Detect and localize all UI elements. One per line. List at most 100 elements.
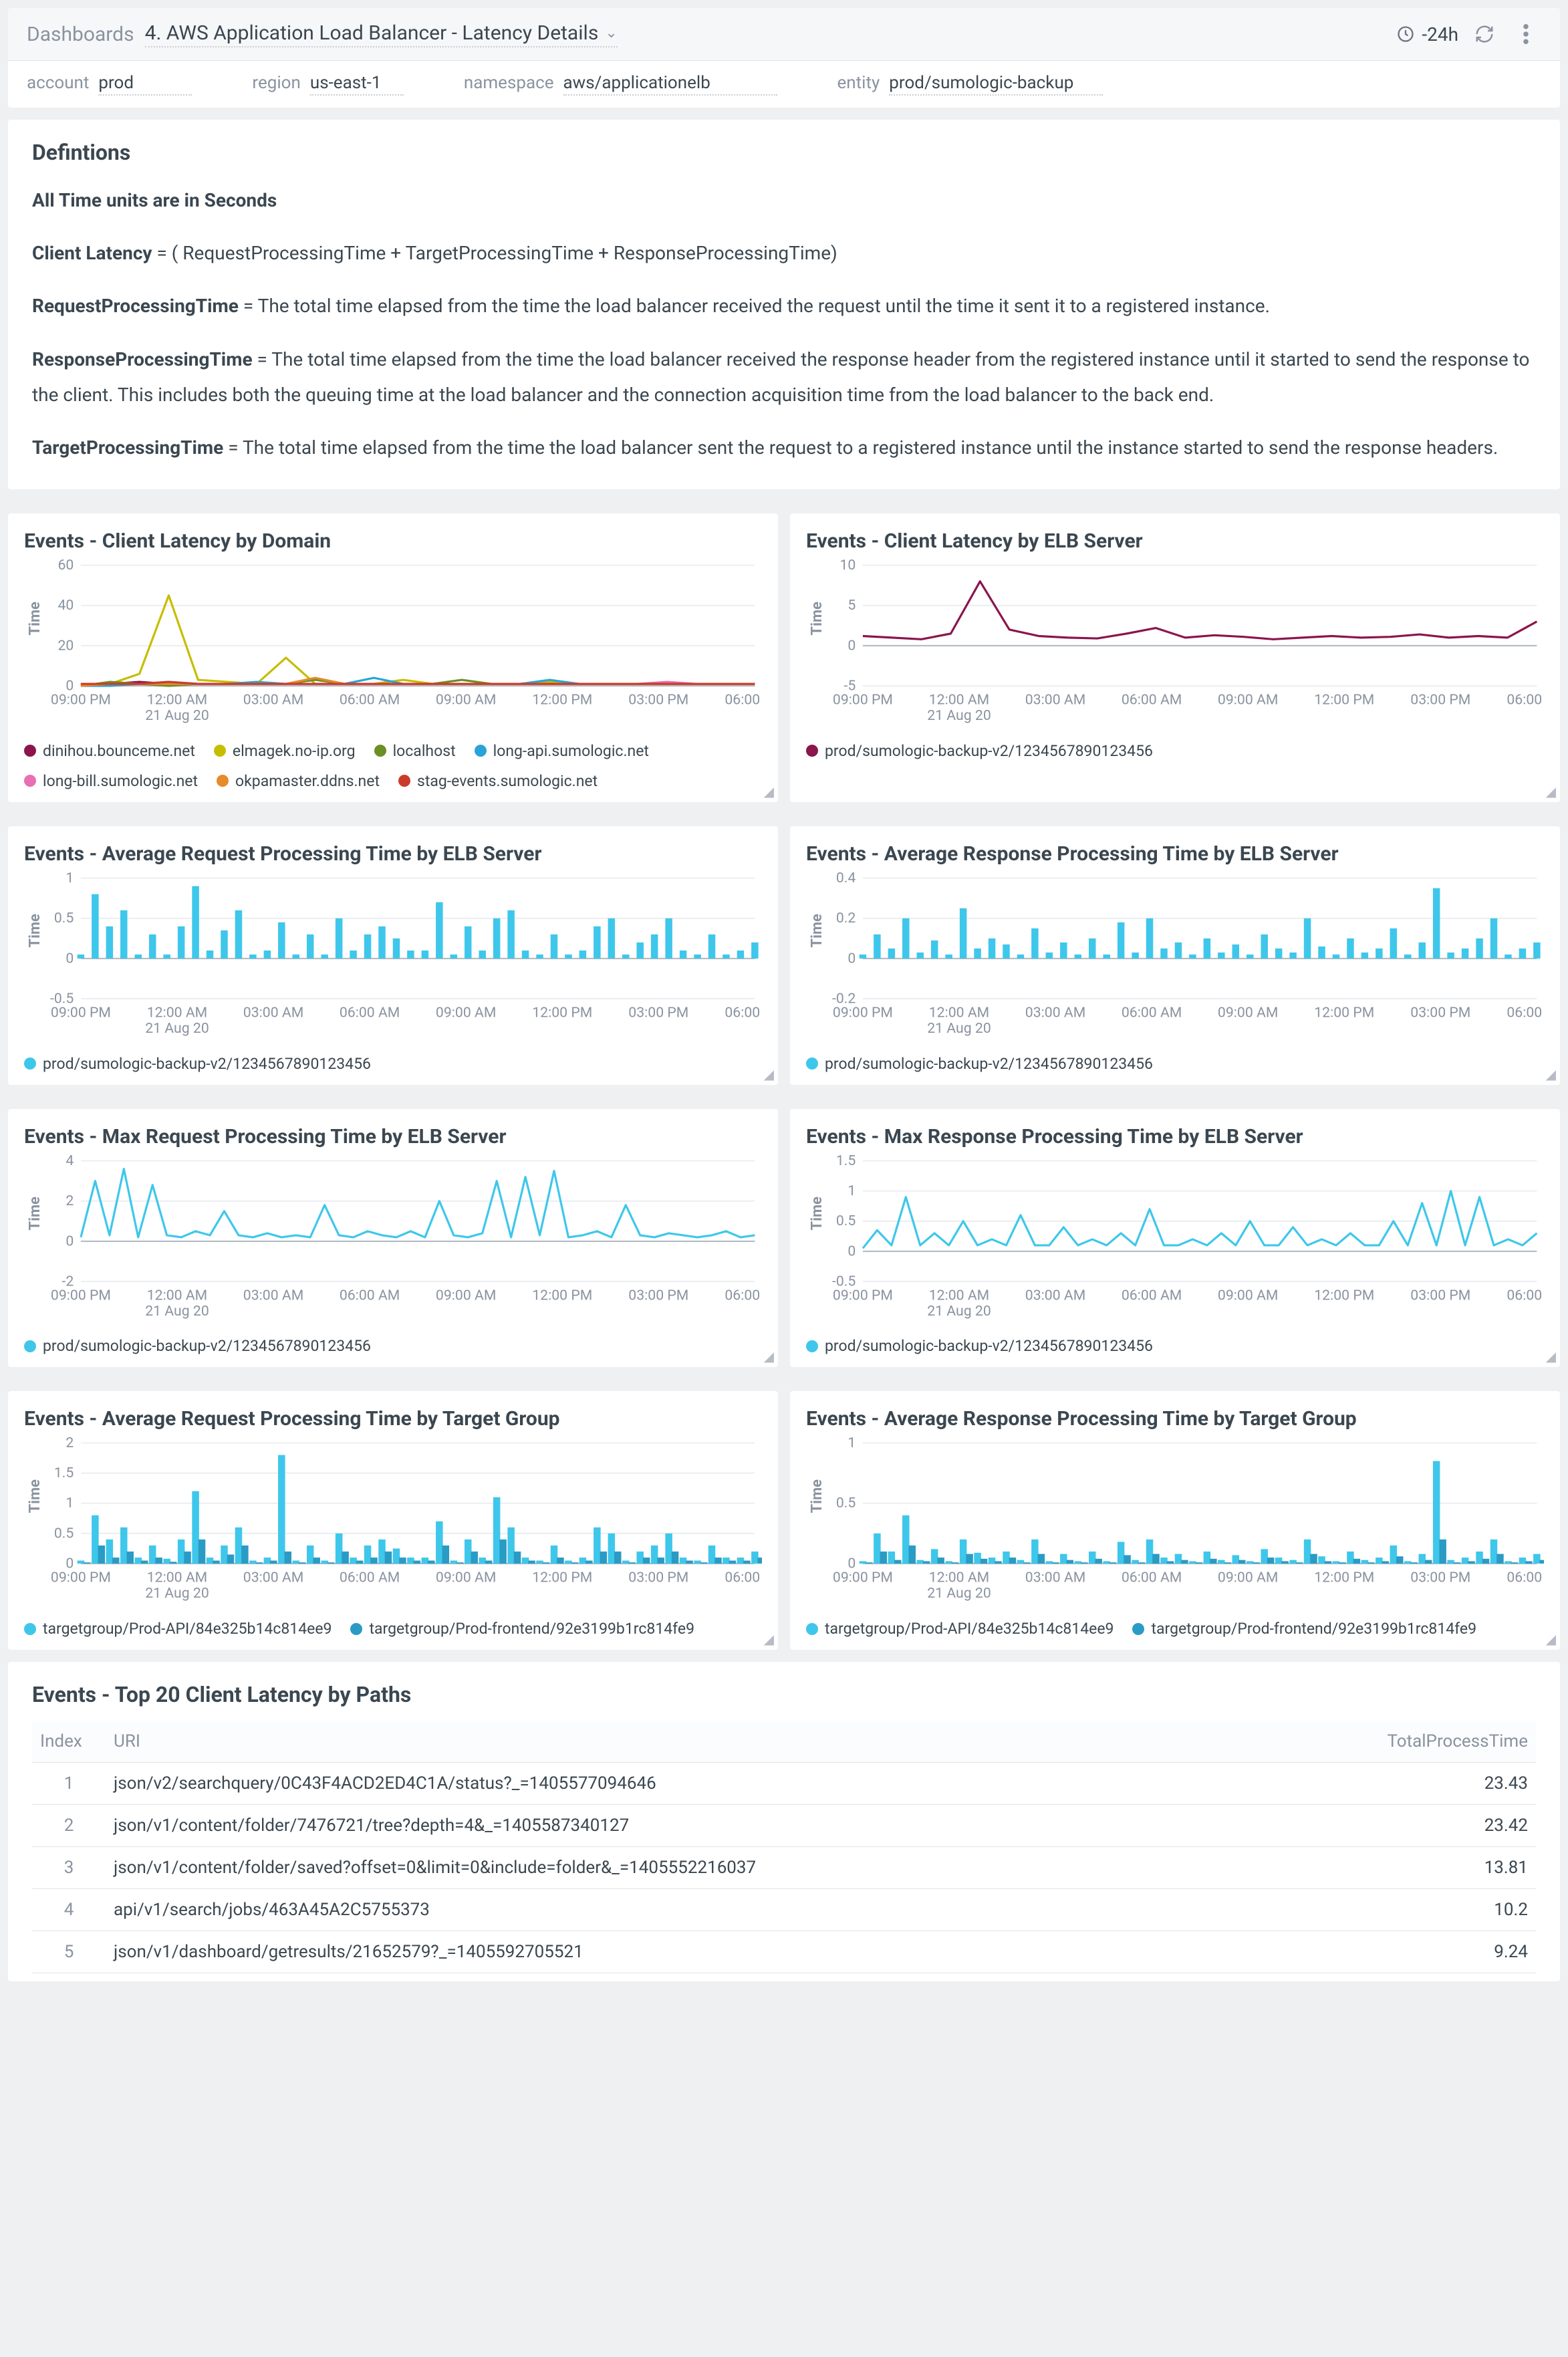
legend: prod/sumologic-backup-v2/123456789012345… [24,1055,762,1073]
col-time[interactable]: TotalProcessTime [1261,1721,1536,1763]
cell-index: 1 [32,1763,106,1805]
svg-text:4: 4 [66,1154,74,1169]
legend-item[interactable]: targetgroup/Prod-API/84e325b14c814ee9 [806,1620,1114,1638]
filter-account[interactable]: account prod [27,73,192,96]
svg-text:10: 10 [839,558,856,574]
chart[interactable]: Time-5051009:00 PM12:00 AM21 Aug 2003:00… [806,558,1544,729]
svg-text:09:00 AM: 09:00 AM [436,1005,496,1021]
filter-region[interactable]: region us-east-1 [252,73,403,96]
legend-item[interactable]: long-api.sumologic.net [475,742,649,760]
legend: dinihou.bounceme.net elmagek.no-ip.org loc… [24,742,762,790]
legend-item[interactable]: prod/sumologic-backup-v2/123456789012345… [806,1055,1153,1073]
svg-text:60: 60 [57,558,74,574]
resize-handle-icon[interactable]: ◢ [1546,783,1556,799]
legend-item[interactable]: stag-events.sumologic.net [398,772,598,790]
legend-label: prod/sumologic-backup-v2/123456789012345… [825,1337,1153,1355]
legend-item[interactable]: okpamaster.ddns.net [217,772,380,790]
legend-item[interactable]: long-bill.sumologic.net [24,772,198,790]
legend-label: prod/sumologic-backup-v2/123456789012345… [43,1055,371,1073]
svg-text:21 Aug 20: 21 Aug 20 [145,1585,209,1602]
term-def: = The total time elapsed from the time t… [32,348,1529,406]
svg-text:06:00 AM: 06:00 AM [340,692,400,709]
chart[interactable]: Time-0.200.20.409:00 PM12:00 AM21 Aug 20… [806,871,1544,1041]
table-row[interactable]: 1json/v2/searchquery/0C43F4ACD2ED4C1A/st… [32,1763,1536,1805]
svg-text:12:00 AM: 12:00 AM [147,1005,207,1021]
chevron-down-icon: ⌄ [605,25,617,41]
filter-value[interactable]: prod/sumologic-backup [889,73,1103,96]
resize-handle-icon[interactable]: ◢ [1546,1348,1556,1364]
filter-value[interactable]: prod [98,73,192,96]
table-row[interactable]: 5json/v1/dashboard/getresults/21652579?_… [32,1931,1536,1973]
chart[interactable]: Time00.511.5209:00 PM12:00 AM21 Aug 2003… [24,1436,762,1606]
legend-item[interactable]: prod/sumologic-backup-v2/123456789012345… [24,1337,371,1355]
svg-text:03:00 PM: 03:00 PM [628,1005,688,1021]
resize-handle-icon[interactable]: ◢ [764,783,774,799]
refresh-button[interactable] [1469,19,1500,49]
filter-namespace[interactable]: namespace aws/applicationelb [464,73,777,96]
panel-client-latency-elb: Events - Client Latency by ELB Server Ti… [790,513,1560,802]
chart[interactable]: Time-0.500.5109:00 PM12:00 AM21 Aug 2003… [24,871,762,1041]
legend-label: targetgroup/Prod-frontend/92e3199b1rc814… [1151,1620,1476,1638]
legend-item[interactable]: targetgroup/Prod-API/84e325b14c814ee9 [24,1620,332,1638]
filter-entity[interactable]: entity prod/sumologic-backup [837,73,1103,96]
table-row[interactable]: 2json/v1/content/folder/7476721/tree?dep… [32,1805,1536,1847]
svg-text:06:00 PM: 06:00 PM [1507,1570,1544,1586]
resize-handle-icon[interactable]: ◢ [764,1066,774,1082]
legend-label: targetgroup/Prod-API/84e325b14c814ee9 [43,1620,332,1638]
cell-value: 23.42 [1261,1805,1536,1847]
chart[interactable]: Time-202409:00 PM12:00 AM21 Aug 2003:00 … [24,1154,762,1324]
legend-swatch [806,745,818,757]
svg-text:0: 0 [66,1233,74,1249]
svg-text:40: 40 [57,597,74,614]
svg-text:06:00 AM: 06:00 AM [340,1005,400,1021]
legend: targetgroup/Prod-API/84e325b14c814ee9 tar… [806,1620,1544,1638]
svg-text:21 Aug 20: 21 Aug 20 [145,1303,209,1320]
time-range-picker[interactable]: -24h [1396,23,1458,45]
svg-text:12:00 AM: 12:00 AM [147,1570,207,1586]
cell-value: 23.43 [1261,1763,1536,1805]
legend-swatch [806,1623,818,1635]
svg-text:12:00 AM: 12:00 AM [147,692,207,709]
chart[interactable]: Time-0.500.511.509:00 PM12:00 AM21 Aug 2… [806,1154,1544,1324]
more-menu-button[interactable] [1511,19,1541,49]
legend-item[interactable]: prod/sumologic-backup-v2/123456789012345… [24,1055,371,1073]
svg-text:21 Aug 20: 21 Aug 20 [927,707,991,724]
table-row[interactable]: 3json/v1/content/folder/saved?offset=0&l… [32,1847,1536,1889]
svg-text:06:00 PM: 06:00 PM [1507,692,1544,709]
svg-text:03:00 AM: 03:00 AM [243,1287,303,1304]
legend-label: localhost [393,742,456,760]
legend-item[interactable]: prod/sumologic-backup-v2/123456789012345… [806,1337,1153,1355]
legend-item[interactable]: prod/sumologic-backup-v2/123456789012345… [806,742,1153,760]
legend-label: prod/sumologic-backup-v2/123456789012345… [825,1055,1153,1073]
breadcrumb-root[interactable]: Dashboards [27,23,134,46]
table-row[interactable]: 4api/v1/search/jobs/463A45A2C575537310.2 [32,1889,1536,1931]
svg-text:03:00 PM: 03:00 PM [1410,1005,1470,1021]
svg-text:1: 1 [66,1495,74,1512]
dashboard-title-dropdown[interactable]: 4. AWS Application Load Balancer - Laten… [145,21,618,47]
panel-title: Events - Average Response Processing Tim… [806,1407,1544,1431]
filter-value[interactable]: aws/applicationelb [563,73,777,96]
legend-item[interactable]: targetgroup/Prod-frontend/92e3199b1rc814… [350,1620,694,1638]
cell-uri: json/v1/content/folder/7476721/tree?dept… [106,1805,1261,1847]
resize-handle-icon[interactable]: ◢ [764,1631,774,1647]
svg-text:09:00 AM: 09:00 AM [436,692,496,709]
legend-item[interactable]: localhost [374,742,456,760]
svg-text:12:00 PM: 12:00 PM [1314,692,1374,709]
svg-text:06:00 AM: 06:00 AM [340,1287,400,1304]
svg-text:12:00 PM: 12:00 PM [1314,1287,1374,1304]
resize-handle-icon[interactable]: ◢ [1546,1066,1556,1082]
chart[interactable]: Time020406009:00 PM12:00 AM21 Aug 2003:0… [24,558,762,729]
filter-value[interactable]: us-east-1 [310,73,404,96]
col-index[interactable]: Index [32,1721,106,1763]
legend-item[interactable]: dinihou.bounceme.net [24,742,195,760]
legend-item[interactable]: targetgroup/Prod-frontend/92e3199b1rc814… [1132,1620,1476,1638]
col-uri[interactable]: URI [106,1721,1261,1763]
resize-handle-icon[interactable]: ◢ [764,1348,774,1364]
y-axis-label: Time [27,602,43,635]
resize-handle-icon[interactable]: ◢ [1546,1631,1556,1647]
legend-label: elmagek.no-ip.org [233,742,356,760]
svg-text:0: 0 [847,1243,856,1259]
svg-text:09:00 PM: 09:00 PM [51,1570,111,1586]
legend-item[interactable]: elmagek.no-ip.org [214,742,356,760]
chart[interactable]: Time00.5109:00 PM12:00 AM21 Aug 2003:00 … [806,1436,1544,1606]
